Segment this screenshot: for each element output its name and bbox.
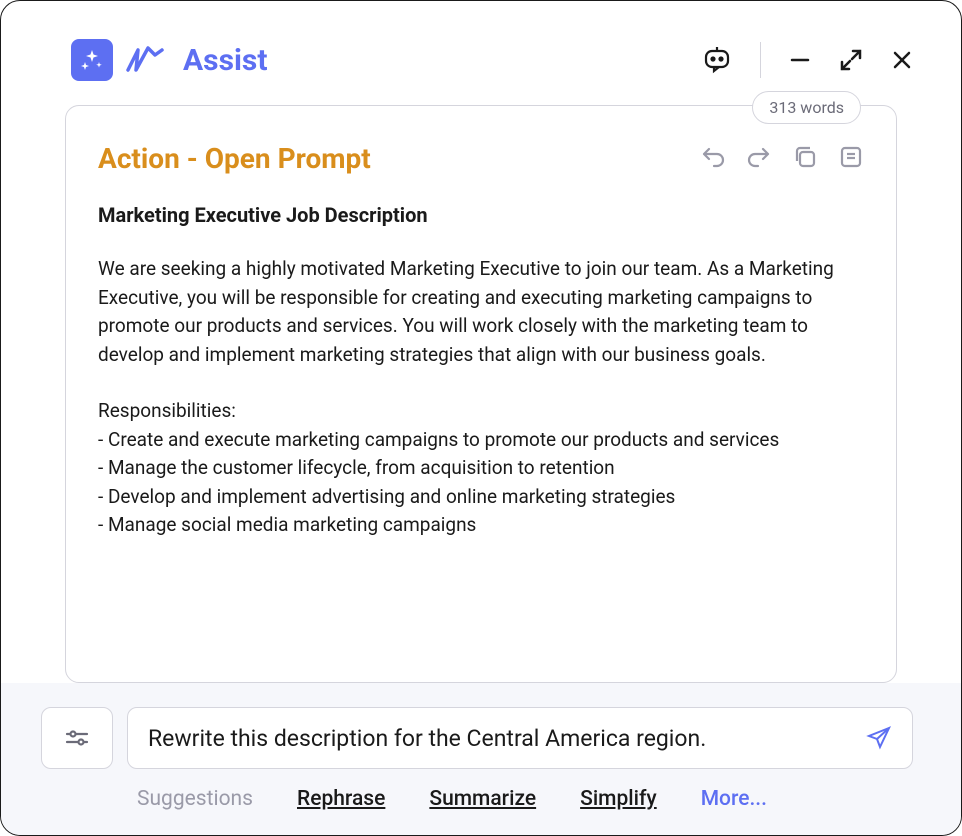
undo-icon[interactable] xyxy=(700,144,726,174)
prompt-input-container xyxy=(127,707,913,769)
bottom-bar: Suggestions Rephrase Summarize Simplify … xyxy=(1,683,961,835)
content-card: Action - Open Prompt xyxy=(65,105,897,683)
brand-text: Assist xyxy=(183,43,267,78)
word-count-badge: 313 words xyxy=(752,91,861,124)
bot-icon[interactable] xyxy=(702,45,732,75)
content-area: 313 words Action - Open Prompt xyxy=(1,105,961,683)
responsibility-item: - Manage social media marketing campaign… xyxy=(98,511,864,540)
responsibility-item: - Manage the customer lifecycle, from ac… xyxy=(98,454,864,483)
content-title: Marketing Executive Job Description xyxy=(98,203,864,227)
close-button[interactable] xyxy=(891,49,913,71)
input-row xyxy=(41,707,913,769)
header: Assist xyxy=(1,1,961,105)
copy-icon[interactable] xyxy=(792,144,818,174)
brand-area: Assist xyxy=(71,39,267,81)
suggestions-row: Suggestions Rephrase Summarize Simplify … xyxy=(41,787,913,811)
suggestion-simplify[interactable]: Simplify xyxy=(580,787,657,811)
suggestion-more[interactable]: More... xyxy=(701,787,767,811)
redo-icon[interactable] xyxy=(746,144,772,174)
header-actions xyxy=(702,42,913,78)
settings-button[interactable] xyxy=(41,707,113,769)
responsibilities-section: Responsibilities: - Create and execute m… xyxy=(98,397,864,540)
content-body: We are seeking a highly motivated Market… xyxy=(98,255,864,540)
notes-icon[interactable] xyxy=(838,144,864,174)
content-paragraph: We are seeking a highly motivated Market… xyxy=(98,255,864,369)
responsibilities-label: Responsibilities: xyxy=(98,397,864,426)
suggestion-rephrase[interactable]: Rephrase xyxy=(297,787,385,811)
card-title: Action - Open Prompt xyxy=(98,142,371,175)
prompt-input[interactable] xyxy=(148,725,866,752)
send-button[interactable] xyxy=(866,725,892,751)
responsibility-item: - Develop and implement advertising and … xyxy=(98,483,864,512)
divider xyxy=(760,42,761,78)
zia-icon xyxy=(125,44,165,76)
suggestion-summarize[interactable]: Summarize xyxy=(429,787,536,811)
sparkle-icon xyxy=(71,39,113,81)
expand-button[interactable] xyxy=(839,48,863,72)
card-actions xyxy=(700,144,864,174)
responsibility-item: - Create and execute marketing campaigns… xyxy=(98,426,864,455)
minimize-button[interactable] xyxy=(789,49,811,71)
suggestions-label: Suggestions xyxy=(137,787,253,811)
